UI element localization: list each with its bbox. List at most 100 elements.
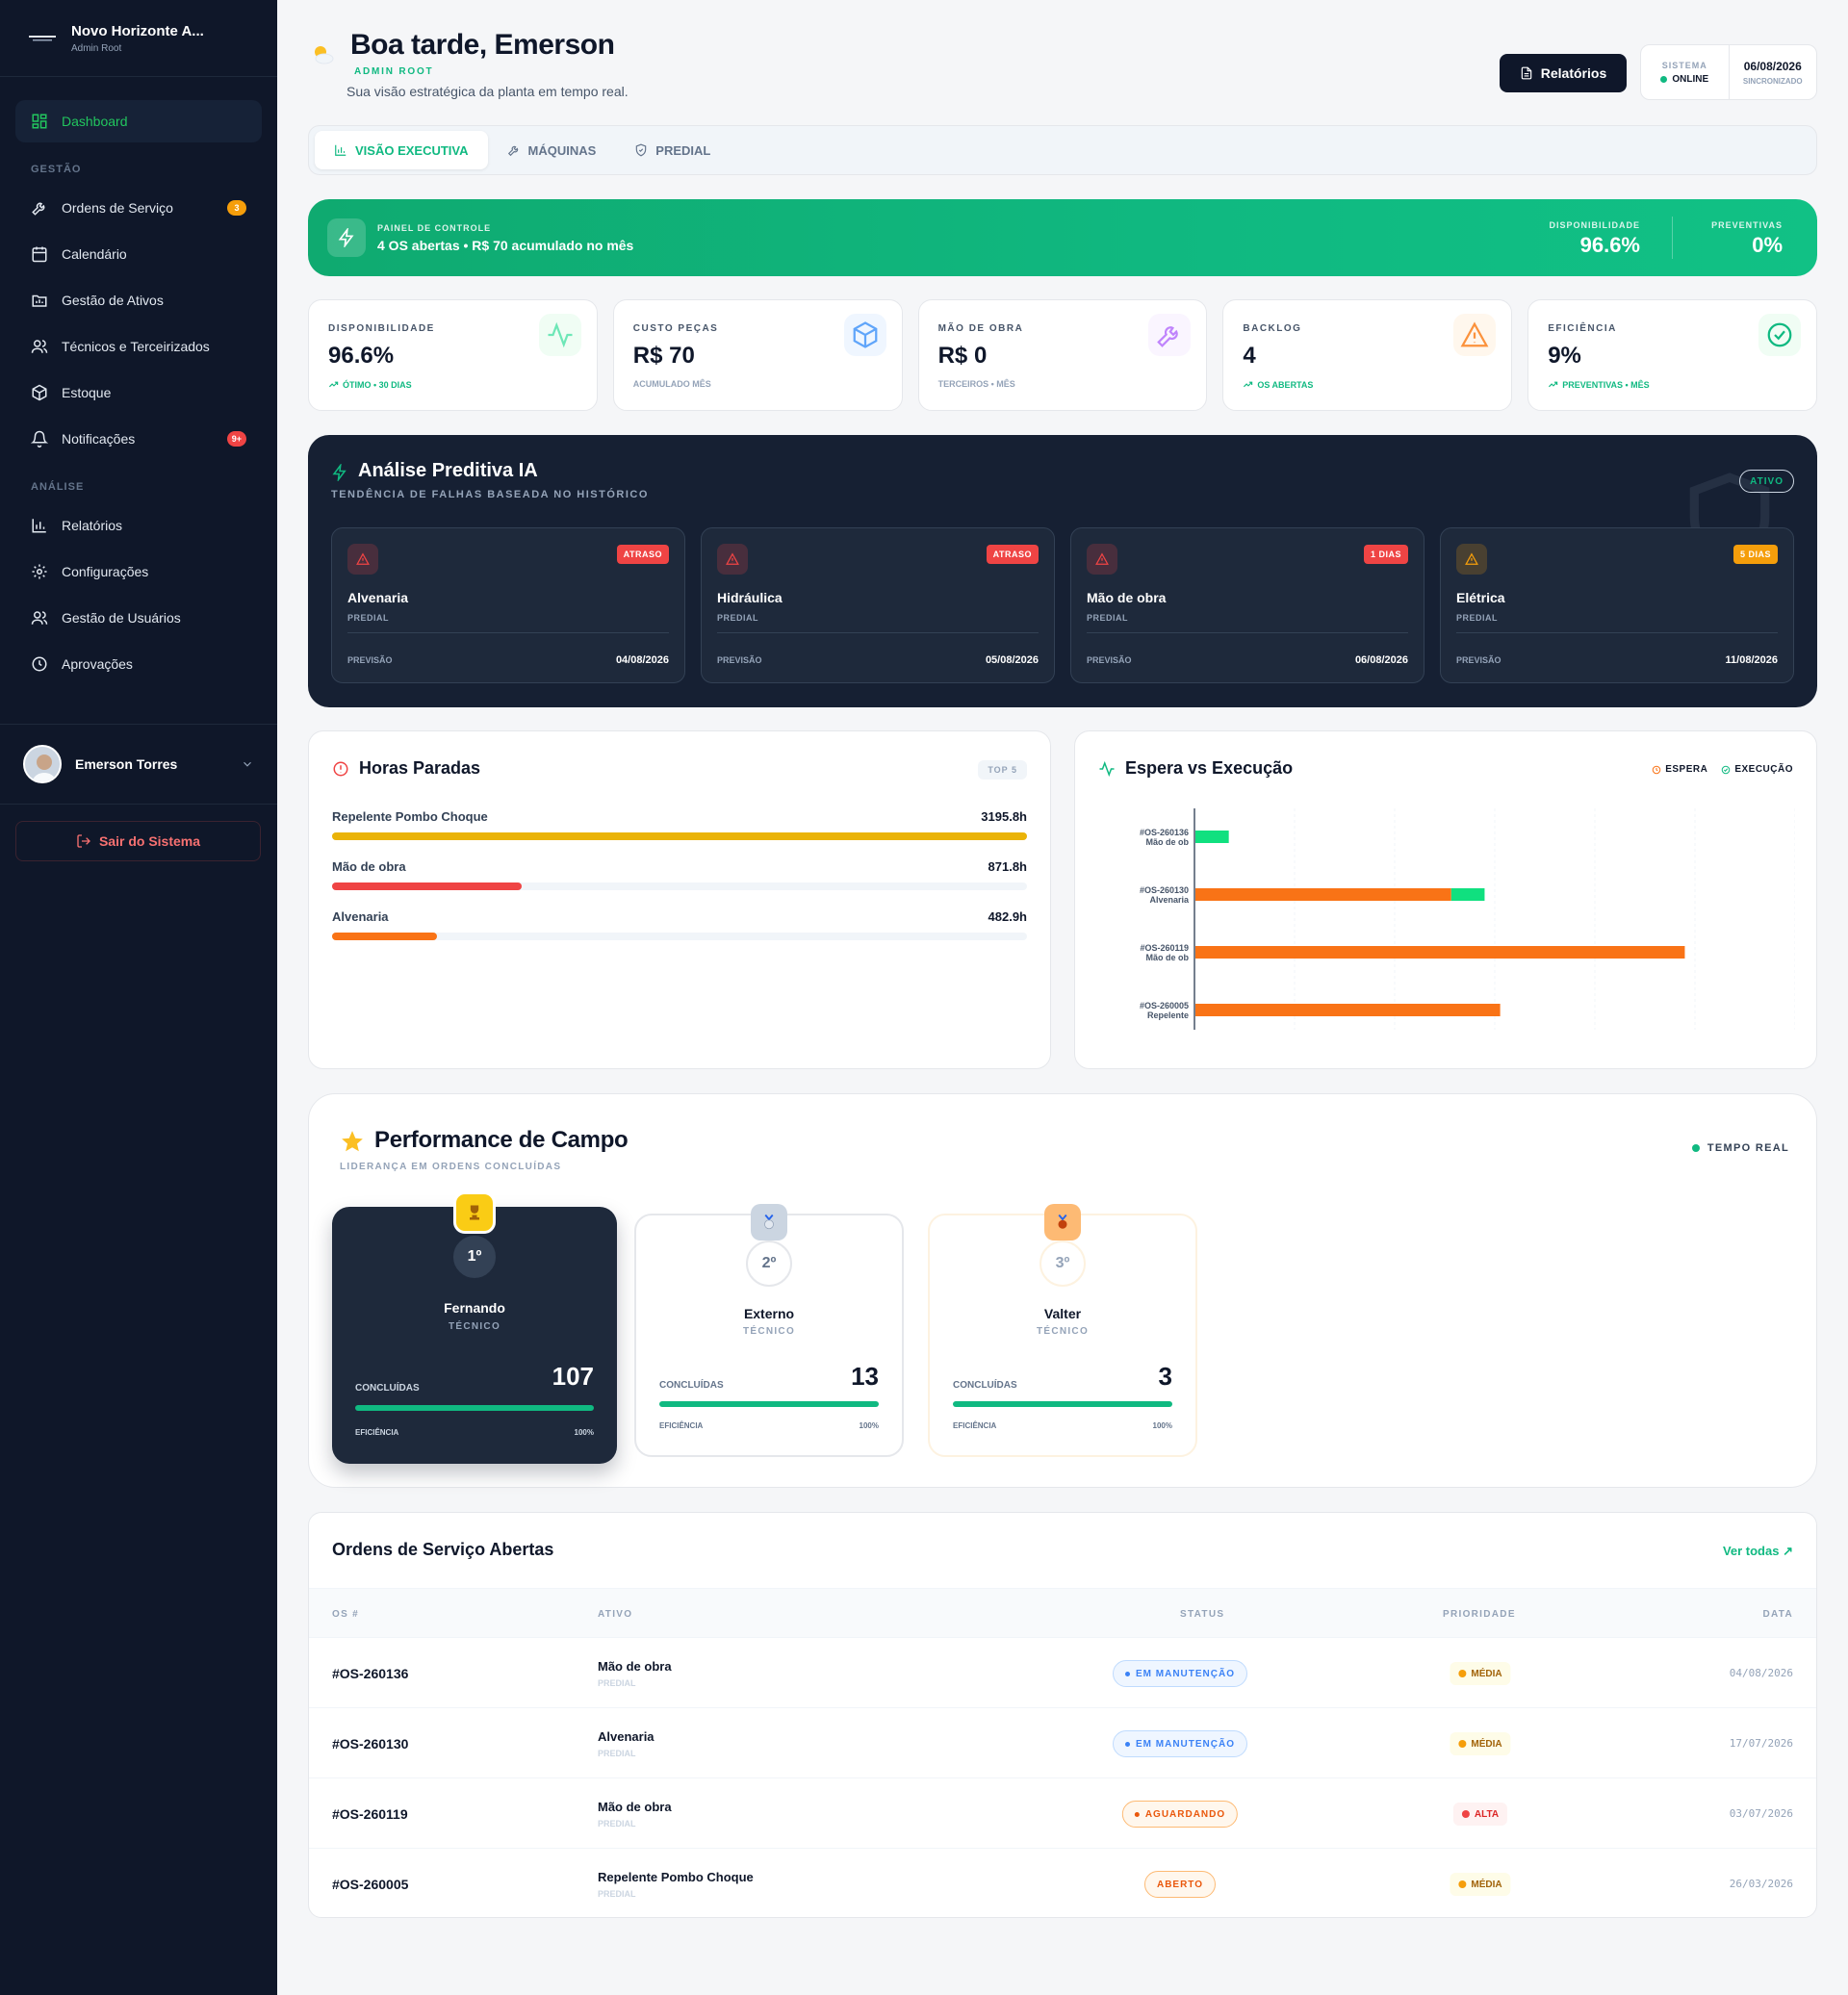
order-id[interactable]: #OS-260005	[332, 1877, 408, 1892]
ai-cards: ATRASO Alvenaria PREDIAL PREVISÃO 04/08/2026…	[331, 527, 1794, 683]
kpi-efficiency[interactable]: EFICIÊNCIA 9% PREVENTIVAS • MÊS	[1527, 299, 1817, 411]
sidebar-item-ordens-servico[interactable]: Ordens de Serviço 3	[15, 187, 262, 229]
tick-label-id: #OS-260005	[1140, 1001, 1189, 1010]
sidebar-item-notificacoes[interactable]: Notificações 9+	[15, 418, 262, 460]
kpi-parts-cost[interactable]: CUSTO PEÇAS R$ 70 ACUMULADO MÊS	[612, 299, 903, 411]
clock-icon	[1652, 765, 1661, 774]
bronze-medal-icon	[1044, 1204, 1081, 1240]
sidebar-item-calendario[interactable]: Calendário	[15, 233, 262, 275]
chevron-down-icon[interactable]	[241, 757, 254, 771]
table-row[interactable]: #OS-260136 Mão de obra PREDIAL EM MANUTENÇÃ…	[309, 1638, 1816, 1708]
sidebar-item-tecnicos[interactable]: Técnicos e Terceirizados	[15, 325, 262, 368]
prediction-card[interactable]: ATRASO Hidráulica PREDIAL PREVISÃO 05/08/202…	[701, 527, 1055, 683]
page-header: Boa tarde, Emerson ADMIN ROOT Sua visão …	[308, 0, 1817, 125]
main-content: Boa tarde, Emerson ADMIN ROOT Sua visão …	[308, 0, 1817, 1918]
sidebar-item-gestao-ativos[interactable]: Gestão de Ativos	[15, 279, 262, 321]
completed-count: 107	[552, 1362, 594, 1391]
kpi-labor[interactable]: MÃO DE OBRA R$ 0 TERCEIROS • MÊS	[917, 299, 1208, 411]
banner-stat-value: 0%	[1752, 233, 1783, 257]
notifications-count-badge: 9+	[226, 431, 246, 447]
priority-dot-icon	[1461, 1810, 1470, 1818]
tab-predial[interactable]: PREDIAL	[615, 131, 730, 169]
user-profile[interactable]: Emerson Torres	[0, 724, 277, 805]
warning-icon	[1453, 314, 1497, 356]
performance-subtitle: LIDERANÇA EM ORDENS CONCLUÍDAS	[340, 1162, 562, 1172]
ranking-card-2[interactable]: 2º Externo TÉCNICO CONCLUÍDAS 13 EFICIÊN…	[634, 1204, 904, 1457]
prediction-category: PREDIAL	[1456, 613, 1499, 623]
table-row[interactable]: #OS-260119 Mão de obra PREDIAL AGUARDANDO AL…	[309, 1778, 1816, 1849]
table-header: OS # ATIVO STATUS PRIORIDADE DATA	[309, 1588, 1816, 1638]
prediction-card[interactable]: ATRASO Alvenaria PREDIAL PREVISÃO 04/08/2026	[331, 527, 685, 683]
reports-button[interactable]: Relatórios	[1500, 54, 1627, 92]
tab-label: MÁQUINAS	[527, 142, 597, 158]
order-id[interactable]: #OS-260130	[332, 1736, 408, 1752]
lightning-icon	[327, 218, 366, 257]
tab-label: PREDIAL	[655, 142, 711, 158]
technician-role: TÉCNICO	[1036, 1326, 1090, 1337]
downtime-bar	[332, 832, 1027, 840]
technician-name: Fernando	[444, 1300, 505, 1316]
prediction-card[interactable]: 5 DIAS Elétrica PREDIAL PREVISÃO 11/08/2026	[1440, 527, 1794, 683]
sidebar-item-relatorios[interactable]: Relatórios	[15, 504, 262, 547]
system-status: SISTEMA ONLINE 06/08/2026 SINCRONIZADO	[1640, 44, 1817, 100]
predictive-analysis-panel: Análise Preditiva IA TENDÊNCIA DE FALHAS…	[308, 435, 1817, 707]
ranking-card-3[interactable]: 3º Valter TÉCNICO CONCLUÍDAS 3 EFICIÊNCI…	[928, 1204, 1197, 1457]
column-header: OS #	[332, 1609, 359, 1620]
status-dot-icon	[1134, 1811, 1140, 1817]
order-id[interactable]: #OS-260119	[332, 1806, 408, 1822]
view-tabs: VISÃO EXECUTIVA MÁQUINAS PREDIAL	[308, 125, 1817, 175]
kpi-backlog[interactable]: BACKLOG 4 OS ABERTAS	[1222, 299, 1513, 411]
efficiency-label: EFICIÊNCIA	[953, 1421, 997, 1430]
sidebar-item-label: Estoque	[62, 385, 112, 400]
bell-icon	[31, 430, 48, 448]
arrow-up-right-icon: ↗	[1783, 1544, 1793, 1558]
sidebar-item-gestao-usuarios[interactable]: Gestão de Usuários	[15, 597, 262, 639]
efficiency-value: 100%	[859, 1421, 879, 1430]
sidebar-item-dashboard[interactable]: Dashboard	[15, 100, 262, 142]
kpi-availability[interactable]: DISPONIBILIDADE 96.6% ÓTIMO • 30 DIAS	[308, 299, 598, 411]
warning-icon	[717, 544, 748, 575]
sidebar-item-label: Calendário	[62, 246, 127, 262]
priority-text: ALTA	[1474, 1808, 1500, 1820]
realtime-label: TEMPO REAL	[1707, 1142, 1789, 1154]
current-date: 06/08/2026	[1743, 59, 1802, 73]
downtime-row: Mão de obra 871.8h	[332, 859, 1027, 890]
prediction-tag: 1 DIAS	[1363, 545, 1408, 564]
order-id[interactable]: #OS-260136	[332, 1666, 408, 1681]
technician-role: TÉCNICO	[742, 1326, 796, 1337]
column-header: ATIVO	[598, 1609, 633, 1620]
wrench-icon	[1148, 314, 1192, 356]
tab-maquinas[interactable]: MÁQUINAS	[488, 131, 616, 169]
legend-execucao: EXECUÇÃO	[1721, 764, 1793, 775]
column-header: STATUS	[1180, 1609, 1225, 1620]
order-date: 03/07/2026	[1729, 1807, 1793, 1820]
dashboard-icon	[32, 114, 47, 129]
table-row[interactable]: #OS-260005 Repelente Pombo Choque PREDIAL A…	[309, 1849, 1816, 1917]
performance-title: Performance de Campo	[374, 1127, 629, 1153]
ranking-card-1[interactable]: 1º Fernando TÉCNICO CONCLUÍDAS 107 EFICI…	[332, 1191, 617, 1464]
priority-dot-icon	[1458, 1670, 1467, 1677]
tab-visao-executiva[interactable]: VISÃO EXECUTIVA	[315, 131, 488, 169]
brand[interactable]: Novo Horizonte A... Admin Root	[0, 0, 277, 77]
logout-button[interactable]: Sair do Sistema	[15, 821, 261, 861]
prediction-asset: Alvenaria	[347, 590, 409, 605]
banner-text: 4 OS abertas • R$ 70 acumulado no mês	[377, 238, 634, 253]
prediction-card[interactable]: 1 DIAS Mão de obra PREDIAL PREVISÃO 06/08/20…	[1070, 527, 1424, 683]
order-asset: Mão de obra	[598, 1800, 672, 1814]
sidebar-item-aprovacoes[interactable]: Aprovações	[15, 643, 262, 685]
forecast-date: 11/08/2026	[1725, 654, 1778, 666]
completed-label: CONCLUÍDAS	[355, 1383, 420, 1394]
nav-section-gestao: GESTÃO	[31, 164, 82, 175]
warning-icon	[1087, 544, 1117, 575]
forecast-label: PREVISÃO	[1087, 655, 1132, 665]
shield-icon	[636, 143, 647, 157]
box-icon	[843, 314, 886, 356]
downtime-bar	[332, 933, 438, 940]
view-all-link[interactable]: Ver todas ↗	[1723, 1544, 1793, 1559]
sidebar-item-estoque[interactable]: Estoque	[15, 371, 262, 414]
rank-position: 3º	[1040, 1240, 1086, 1287]
gear-icon	[32, 564, 47, 579]
table-row[interactable]: #OS-260130 Alvenaria PREDIAL EM MANUTENÇÃO M…	[309, 1708, 1816, 1778]
sidebar-item-configuracoes[interactable]: Configurações	[15, 550, 262, 593]
downtime-asset: Mão de obra	[332, 859, 406, 874]
